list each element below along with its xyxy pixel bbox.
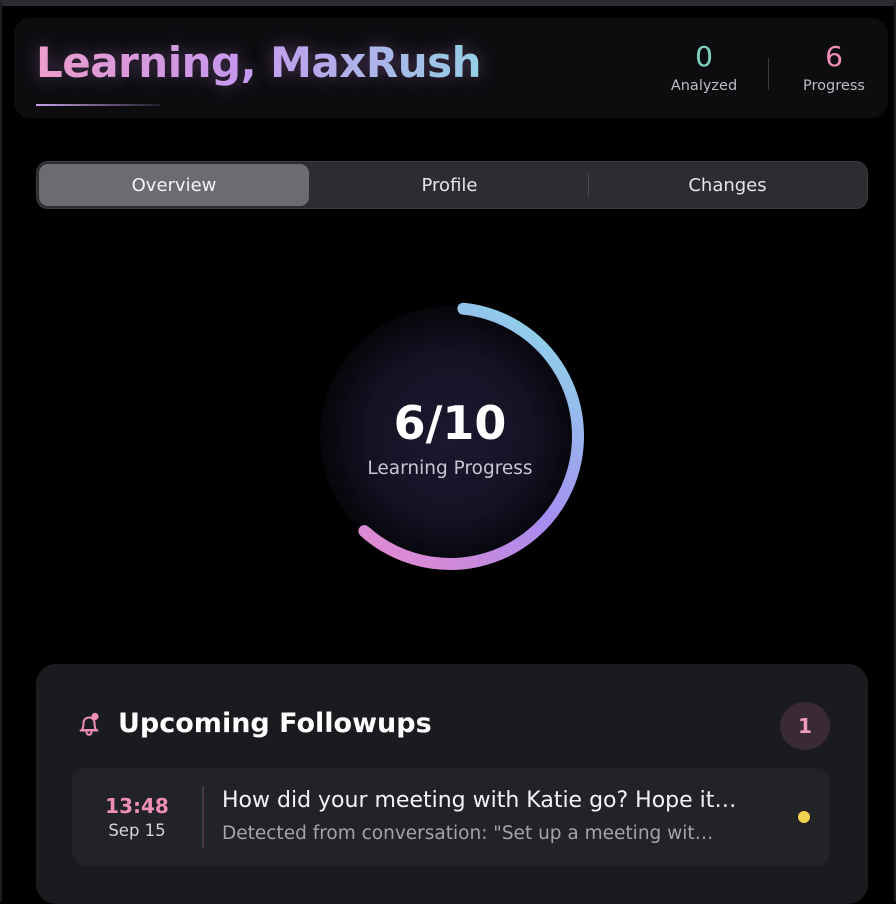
tab-overview[interactable]: Overview <box>39 164 309 206</box>
followup-divider <box>202 786 204 848</box>
followup-date: Sep 15 <box>108 821 166 840</box>
tab-changes[interactable]: Changes <box>590 164 865 206</box>
header: Learning, MaxRush 0 Analyzed 6 Progress <box>14 18 888 118</box>
stat-progress-label: Progress <box>803 78 865 94</box>
stat-progress: 6 Progress <box>779 40 889 95</box>
followups-title: Upcoming Followups <box>118 708 432 739</box>
followup-subtitle: Detected from conversation: "Set up a me… <box>222 823 714 844</box>
tab-bar: Overview Profile Changes <box>36 161 868 209</box>
followups-card: Upcoming Followups 1 13:48 Sep 15 How di… <box>36 664 868 904</box>
followup-status-dot <box>798 811 810 823</box>
app-window: Learning, MaxRush 0 Analyzed 6 Progress … <box>0 0 896 904</box>
progress-label: Learning Progress <box>367 458 533 479</box>
stat-analyzed-value: 0 <box>695 40 713 73</box>
progress-value: 6/10 <box>393 396 507 450</box>
stat-divider <box>768 58 769 90</box>
progress-ring: 6/10 Learning Progress <box>300 286 600 586</box>
followup-item[interactable]: 13:48 Sep 15 How did your meeting with K… <box>72 768 830 866</box>
stat-progress-value: 6 <box>825 40 843 73</box>
followup-title: How did your meeting with Katie go? Hope… <box>222 788 737 813</box>
page-title: Learning, MaxRush <box>36 38 482 87</box>
followups-count-badge: 1 <box>780 702 830 750</box>
bell-icon <box>79 712 99 736</box>
title-underline <box>36 104 160 106</box>
stat-analyzed: 0 Analyzed <box>649 40 759 95</box>
followup-time: 13:48 <box>105 794 169 818</box>
stat-analyzed-label: Analyzed <box>670 78 738 94</box>
tab-profile[interactable]: Profile <box>312 164 587 206</box>
tab-separator <box>588 173 589 197</box>
